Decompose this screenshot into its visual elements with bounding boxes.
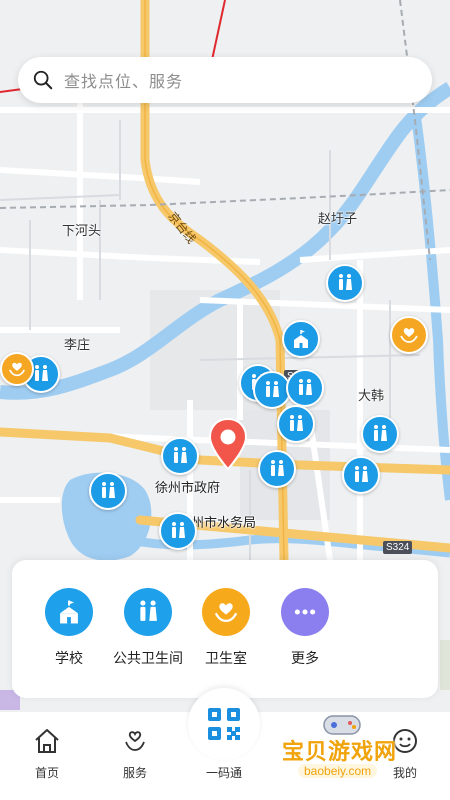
location-pin-icon[interactable] (207, 417, 249, 473)
tab-home[interactable]: 首页 (12, 726, 82, 781)
more-dots-icon (281, 588, 329, 636)
road-shield-s324: S324 (383, 541, 413, 554)
search-placeholder: 查找点位、服务 (64, 74, 184, 91)
tab-label: 服务 (122, 766, 147, 780)
watermark-title: 宝贝游戏网 (282, 739, 398, 764)
heart-hand-icon (125, 731, 145, 751)
map-label-xuzhou-gov: 徐州市政府 (155, 480, 221, 495)
category-restroom[interactable]: 公共卫生间 (103, 588, 193, 668)
category-label: 学校 (55, 650, 83, 666)
map-label-zhaoyuzi: 赵圩子 (318, 211, 358, 226)
tab-label-code: 一码通 (205, 766, 242, 780)
map-label-xiahetou: 下河头 (62, 223, 102, 238)
school-icon (294, 330, 308, 348)
restroom-icon (339, 274, 352, 290)
school-icon (45, 588, 93, 636)
restroom-marker[interactable] (361, 415, 399, 453)
restroom-marker[interactable] (161, 437, 199, 475)
category-panel: 学校 公共卫生间 卫生室 更多 (12, 560, 438, 698)
restroom-marker[interactable] (342, 456, 380, 494)
home-icon (35, 729, 59, 753)
heart-hand-icon (202, 588, 250, 636)
restroom-icon (374, 425, 387, 441)
category-label: 卫生室 (205, 650, 247, 666)
tab-service[interactable]: 服务 (100, 726, 170, 781)
category-clinic[interactable]: 卫生室 (181, 588, 271, 668)
heart-hand-icon (400, 328, 418, 343)
school-marker[interactable] (282, 320, 320, 358)
qr-code-icon (208, 708, 240, 740)
search-icon (33, 70, 53, 90)
tab-label: 首页 (34, 766, 59, 780)
restroom-icon (290, 415, 303, 431)
map-label-lizhuang: 李庄 (64, 337, 91, 352)
restroom-marker[interactable] (159, 512, 197, 550)
clinic-marker[interactable] (0, 352, 34, 386)
restroom-marker[interactable] (277, 405, 315, 443)
clinic-marker[interactable] (390, 316, 428, 354)
heart-hand-icon (8, 362, 26, 377)
category-label: 公共卫生间 (113, 650, 183, 666)
restroom-icon (174, 447, 187, 463)
restroom-icon (102, 482, 115, 498)
category-more[interactable]: 更多 (260, 588, 350, 668)
restroom-icon (172, 522, 185, 538)
category-label: 更多 (291, 650, 319, 666)
restroom-marker[interactable] (89, 472, 127, 510)
restroom-marker[interactable] (258, 450, 296, 488)
search-bar[interactable]: 查找点位、服务 (18, 57, 432, 103)
restroom-icon (271, 460, 284, 476)
qr-code-button[interactable] (188, 688, 260, 760)
restroom-marker[interactable] (286, 369, 324, 407)
restroom-icon (299, 379, 312, 395)
category-school[interactable]: 学校 (24, 588, 114, 668)
restroom-marker[interactable] (326, 264, 364, 302)
watermark-url: baobeiy.com (298, 764, 378, 778)
restroom-icon (266, 381, 279, 397)
map-label-dahan: 大韩 (358, 388, 385, 403)
restroom-icon (355, 466, 368, 482)
restroom-icon (124, 588, 172, 636)
watermark-logo: 宝贝游戏网 baobeiy.com (272, 712, 422, 786)
